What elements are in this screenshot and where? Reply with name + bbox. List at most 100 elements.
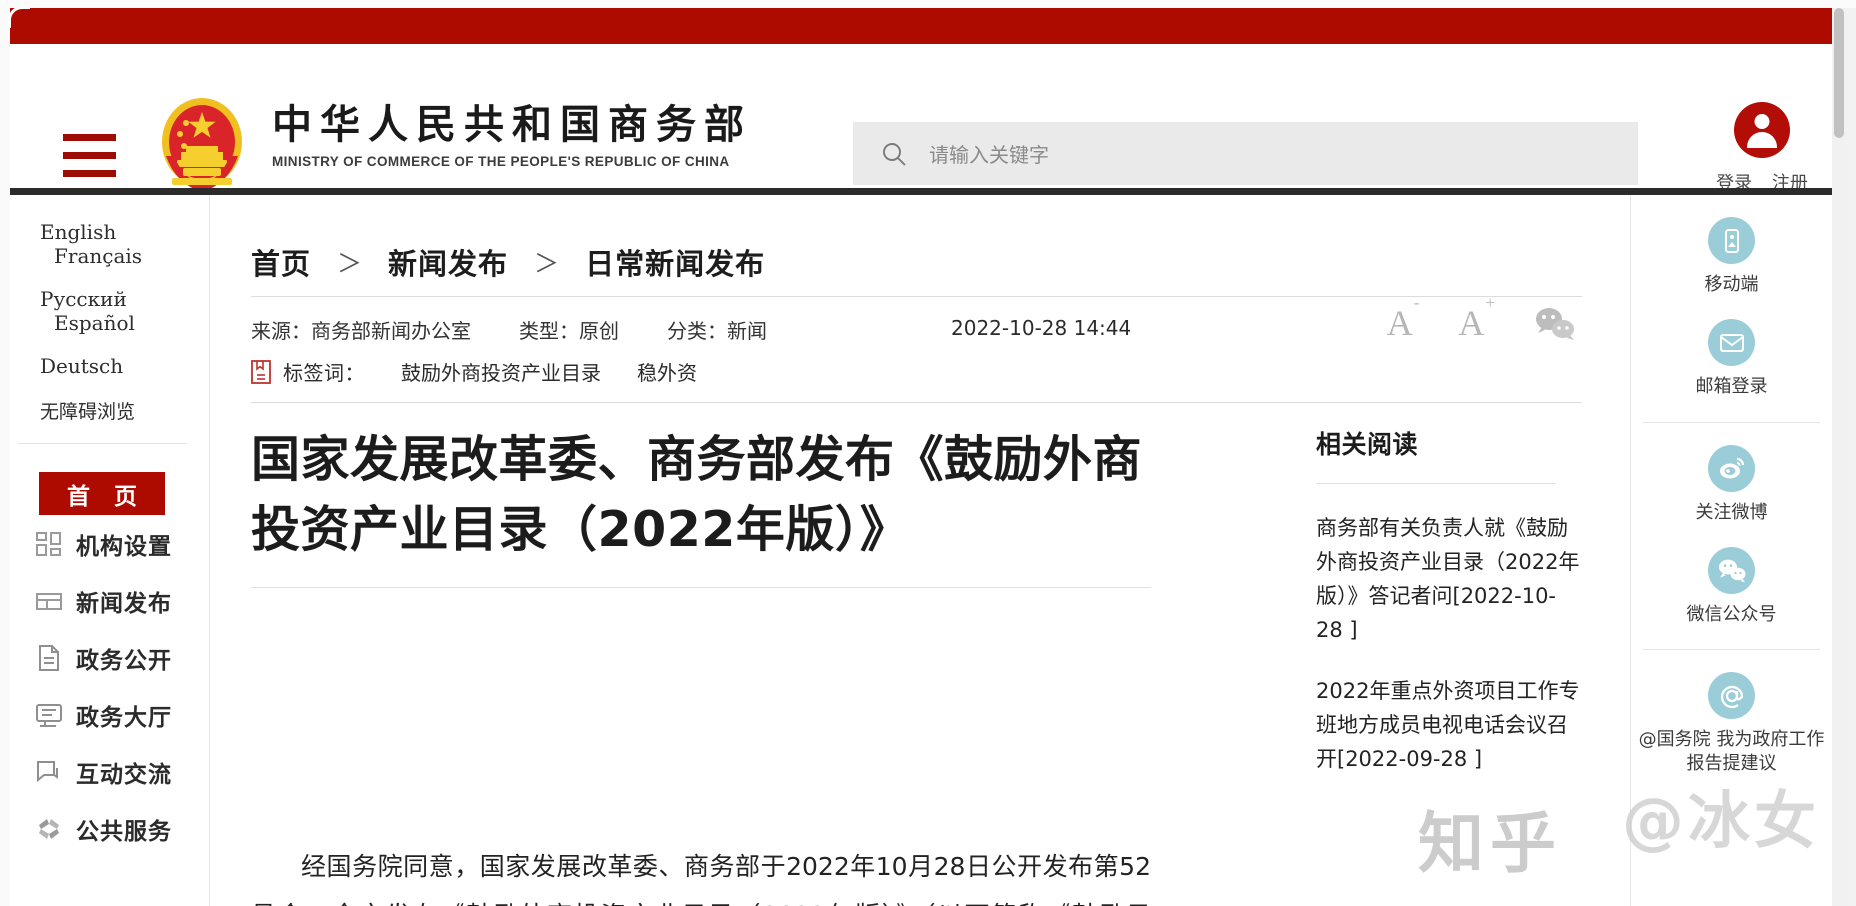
right-rail-label: 微信公众号 (1686, 603, 1777, 625)
sidebar-item-organization[interactable]: 机构设置 (35, 515, 209, 572)
news-table-icon (36, 592, 62, 610)
left-rail-divider (18, 443, 187, 444)
page-scrollbar[interactable] (1832, 8, 1846, 906)
lang-francais[interactable]: Français (54, 244, 142, 268)
at-sign-icon (1708, 672, 1755, 720)
search-icon (883, 142, 906, 166)
share-nodes-icon (39, 818, 59, 839)
article-paragraph: 经国务院同意，国家发展改革委、商务部于2022年10月28日公开发布第52号令，… (251, 852, 1151, 906)
sidebar-item-public-service[interactable]: 公共服务 (35, 800, 209, 857)
top-red-bar (10, 8, 1832, 44)
brand-name-cn: 中华人民共和国商务部 (272, 102, 752, 148)
sidebar-label: 政务公开 (76, 647, 172, 674)
meta-type: 类型：原创 (519, 319, 619, 343)
language-switcher: English Français Русский Español Deutsch… (10, 195, 209, 424)
article-tags: 标签词： 鼓励外商投资产业目录 稳外资 (251, 357, 697, 386)
article-tools: A- A+ (1387, 294, 1576, 341)
right-rail-item-mail[interactable]: 邮箱登录 (1631, 297, 1832, 399)
related-heading: 相关阅读 (1316, 430, 1419, 459)
related-reading: 相关阅读 商务部有关负责人就《鼓励外商投资产业目录（2022年版）》答记者问[2… (1316, 425, 1582, 776)
browser-viewport: 中华人民共和国商务部 MINISTRY OF COMMERCE OF THE P… (0, 0, 1856, 906)
lang-english[interactable]: English (40, 220, 116, 244)
weibo-icon (1708, 444, 1755, 492)
tag-item[interactable]: 稳外资 (637, 357, 697, 386)
related-divider (1316, 483, 1556, 484)
breadcrumb-item-home[interactable]: 首页 (251, 241, 311, 283)
envelope-icon (1708, 319, 1755, 367)
related-item[interactable]: 商务部有关负责人就《鼓励外商投资产业目录（2022年版）》答记者问[2022-1… (1316, 511, 1582, 647)
right-rail-item-mobile[interactable]: 移动端 (1631, 195, 1832, 297)
hamburger-icon[interactable] (63, 134, 116, 178)
right-rail-item-suggestion[interactable]: @国务院 我为政府工作报告提建议 (1631, 650, 1832, 777)
breadcrumb-item-daily-news[interactable]: 日常新闻发布 (585, 241, 765, 283)
meta-category: 分类：新闻 (667, 319, 767, 343)
left-sidebar: English Français Русский Español Deutsch… (10, 195, 210, 906)
breadcrumb-separator-icon: ＞ (534, 250, 560, 278)
language-row-2: Русский Español (40, 287, 209, 335)
language-row-1: English Français (40, 220, 209, 268)
search-placeholder: 请输入关键字 (929, 143, 1049, 167)
monitor-icon (36, 703, 62, 727)
right-rail-label: 移动端 (1704, 274, 1759, 295)
window-top-edge (0, 0, 1856, 8)
meta-source: 来源：商务部新闻办公室 (251, 319, 471, 343)
accessibility-link[interactable]: 无障碍浏览 (40, 401, 135, 423)
article-body: 国家发展改革委、商务部发布《鼓励外商投资产业目录（2022年版）》 经国务院同意… (251, 425, 1151, 906)
wechat-icon (1708, 546, 1755, 594)
right-rail-label: 关注微博 (1695, 501, 1768, 523)
site-brand[interactable]: 中华人民共和国商务部 MINISTRY OF COMMERCE OF THE P… (272, 102, 752, 169)
sidebar-label: 互动交流 (76, 761, 172, 788)
right-rail-label: 邮箱登录 (1695, 376, 1768, 398)
site-header: 中华人民共和国商务部 MINISTRY OF COMMERCE OF THE P… (10, 44, 1832, 194)
page-title: 国家发展改革委、商务部发布《鼓励外商投资产业目录（2022年版）》 (251, 431, 1143, 558)
tags-label: 标签词： (283, 361, 365, 385)
sidebar-label: 政务大厅 (76, 704, 172, 731)
tag-bookmark-icon (251, 359, 271, 384)
lang-russian[interactable]: Русский (40, 287, 127, 311)
sidebar-item-home[interactable]: 首 页 (39, 472, 165, 515)
wechat-share-icon[interactable] (1534, 305, 1576, 341)
title-divider (251, 587, 1151, 588)
sidebar-item-news[interactable]: 新闻发布 (35, 572, 209, 629)
sidebar-item-service-hall[interactable]: 政务大厅 (35, 686, 209, 743)
breadcrumb: 首页 ＞ 新闻发布 ＞ 日常新闻发布 (251, 241, 765, 283)
sidebar-label: 机构设置 (76, 533, 172, 560)
header-divider (10, 188, 1832, 195)
window-corner (8, 6, 30, 28)
related-item[interactable]: 2022年重点外资项目工作专班地方成员电视电话会议召开[2022-09-28 ] (1316, 674, 1582, 776)
brand-name-en: MINISTRY OF COMMERCE OF THE PEOPLE'S REP… (272, 154, 730, 170)
breadcrumb-divider (251, 296, 1582, 297)
window-right-edge (1846, 0, 1856, 906)
user-avatar-icon[interactable] (1734, 102, 1790, 158)
font-increase-button[interactable]: A+ (1458, 294, 1495, 341)
grid-icon (36, 531, 61, 556)
language-row-3: Deutsch (40, 354, 209, 378)
mobile-phone-icon (1708, 217, 1755, 264)
sidebar-label: 公共服务 (76, 818, 172, 845)
sidebar-label: 新闻发布 (76, 590, 172, 617)
sidebar-item-affairs-disclosure[interactable]: 政务公开 (35, 629, 209, 686)
account-block: 登录 注册 (1698, 102, 1826, 195)
main-content: 首页 ＞ 新闻发布 ＞ 日常新闻发布 来源：商务部新闻办公室 类型：原创 分类：… (211, 195, 1629, 906)
window-left-edge (0, 0, 10, 906)
breadcrumb-separator-icon: ＞ (337, 250, 363, 278)
sidebar-item-interaction[interactable]: 互动交流 (35, 743, 209, 800)
font-decrease-button[interactable]: A- (1387, 294, 1420, 341)
scrollbar-thumb[interactable] (1834, 8, 1844, 138)
meta-datetime: 2022-10-28 14:44 (951, 316, 1132, 340)
right-rail-item-weibo[interactable]: 关注微博 (1631, 423, 1832, 525)
lang-espanol[interactable]: Español (54, 311, 135, 335)
search-input[interactable]: 请输入关键字 (853, 122, 1638, 185)
meta-divider (251, 402, 1582, 403)
article-meta: 来源：商务部新闻办公室 类型：原创 分类：新闻 2022-10-28 14:44… (251, 294, 1582, 344)
tag-item[interactable]: 鼓励外商投资产业目录 (401, 357, 601, 386)
lang-deutsch[interactable]: Deutsch (40, 354, 123, 378)
chat-bubble-icon (37, 760, 58, 782)
right-sidebar: 移动端 邮箱登录 关注微博 微信公众号 @国务院 我为政府工作报告提建议 (1630, 195, 1832, 906)
national-emblem-icon (162, 98, 242, 192)
document-icon (39, 644, 59, 671)
breadcrumb-item-news[interactable]: 新闻发布 (388, 241, 508, 283)
accessibility-row: 无障碍浏览 (40, 397, 209, 424)
right-rail-label: @国务院 我为政府工作报告提建议 (1638, 729, 1825, 775)
right-rail-item-wechat[interactable]: 微信公众号 (1631, 525, 1832, 627)
